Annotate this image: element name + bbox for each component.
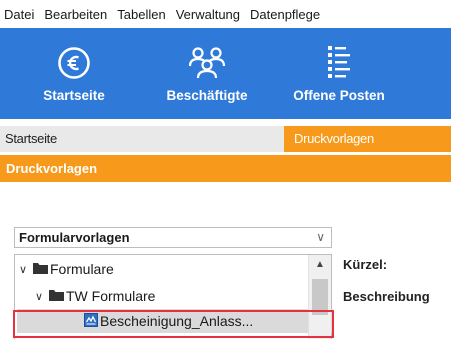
- scrollbar-thumb[interactable]: [312, 279, 328, 315]
- startseite-button[interactable]: Startseite: [34, 28, 114, 119]
- tree-node-formulare[interactable]: ∨ Formulare: [19, 259, 114, 279]
- folder-icon: [49, 288, 64, 304]
- tree-scrollbar[interactable]: ▲: [308, 255, 331, 339]
- folder-icon: [33, 261, 48, 277]
- beschaeftigte-button[interactable]: Beschäftigte: [162, 28, 252, 119]
- employees-group-icon: [184, 28, 230, 80]
- template-tree[interactable]: ∨ Formulare ∨ TW Formulare Bescheinigung…: [14, 254, 333, 339]
- template-type-value: Formularvorlagen: [19, 230, 130, 245]
- beschaeftigte-label: Beschäftigte: [166, 88, 248, 103]
- menu-bearbeiten[interactable]: Bearbeiten: [39, 7, 112, 22]
- menu-datei[interactable]: Datei: [0, 7, 39, 22]
- scroll-up-icon[interactable]: ▲: [309, 259, 331, 270]
- menu-bar: Datei Bearbeiten Tabellen Verwaltung Dat…: [0, 0, 451, 28]
- offene-posten-label: Offene Posten: [293, 88, 385, 103]
- tree-node-label: Formulare: [50, 261, 114, 277]
- open-items-list-icon: [324, 28, 354, 80]
- menu-datenpflege[interactable]: Datenpflege: [245, 7, 325, 22]
- menu-verwaltung[interactable]: Verwaltung: [171, 7, 245, 22]
- template-type-select[interactable]: Formularvorlagen ∨: [14, 227, 332, 248]
- chevron-down-icon[interactable]: ∨: [316, 228, 325, 247]
- kuerzel-label: Kürzel:: [343, 257, 388, 272]
- tab-startseite[interactable]: Startseite: [0, 126, 284, 152]
- tab-druckvorlagen[interactable]: Druckvorlagen: [284, 126, 451, 152]
- menu-tabellen[interactable]: Tabellen: [112, 7, 170, 22]
- euro-circle-icon: [57, 28, 91, 80]
- tree-node-label: Bescheinigung_Anlass...: [100, 313, 254, 329]
- ribbon-toolbar: Startseite Beschäftigte Offene Posten: [0, 28, 451, 119]
- tab-bar: Startseite Druckvorlagen: [0, 126, 451, 152]
- beschreibung-label: Beschreibung: [343, 289, 430, 304]
- offene-posten-button[interactable]: Offene Posten: [290, 28, 388, 119]
- chevron-down-icon[interactable]: ∨: [35, 290, 47, 303]
- chevron-down-icon[interactable]: ∨: [19, 263, 31, 276]
- tree-node-bescheinigung[interactable]: Bescheinigung_Anlass...: [17, 309, 333, 333]
- form-document-icon: [84, 312, 98, 330]
- tree-node-tw-formulare[interactable]: ∨ TW Formulare: [35, 286, 155, 306]
- page-title: Druckvorlagen: [0, 155, 451, 182]
- tree-node-label: TW Formulare: [66, 288, 156, 304]
- startseite-label: Startseite: [43, 88, 105, 103]
